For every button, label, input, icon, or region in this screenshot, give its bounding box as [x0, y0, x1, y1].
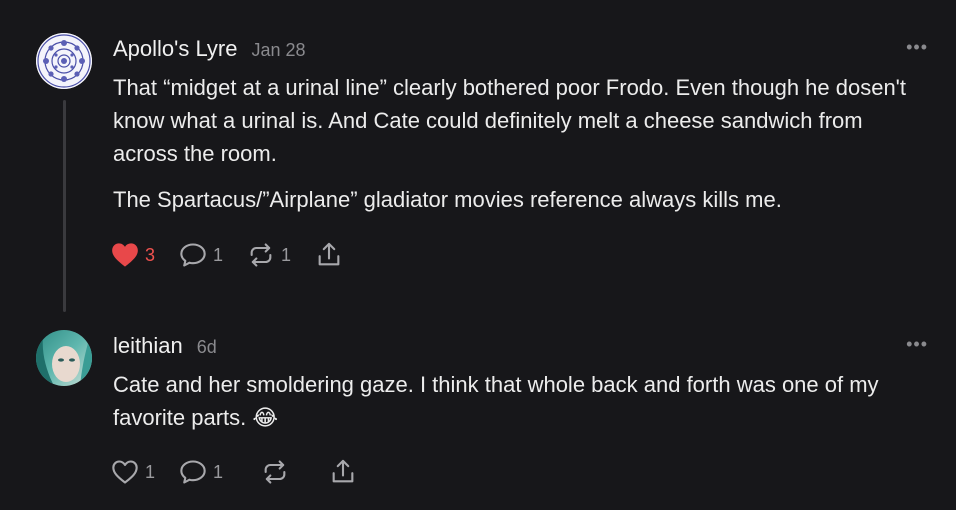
comment-text: Cate and her smoldering gaze. I think th… [113, 372, 879, 430]
reply-count: 1 [213, 461, 224, 482]
comment-body: Cate and her smoldering gaze. I think th… [113, 368, 933, 447]
comment-paragraph: Cate and her smoldering gaze. I think th… [113, 368, 933, 434]
reply-button[interactable]: 1 [179, 242, 223, 268]
comment-paragraph: That “midget at a urinal line” clearly b… [113, 75, 906, 166]
laughing-emoji-icon: 😂 [252, 405, 279, 430]
comment-actions: 3 1 1 [111, 239, 367, 271]
author-name[interactable]: Apollo's Lyre [113, 36, 237, 62]
comment-actions: 1 1 [111, 456, 381, 488]
heart-filled-icon [112, 243, 138, 267]
author-name[interactable]: leithian [113, 333, 183, 359]
share-icon [318, 242, 340, 266]
heart-outline-icon [112, 460, 138, 484]
comment-date[interactable]: Jan 28 [251, 40, 305, 61]
share-icon [332, 459, 354, 483]
reply-count: 1 [213, 244, 224, 265]
like-count: 1 [145, 461, 156, 482]
reply-button[interactable]: 1 [179, 459, 223, 485]
more-options-icon[interactable]: ••• [906, 335, 928, 353]
avatar[interactable] [36, 33, 92, 89]
like-count: 3 [145, 244, 156, 265]
comment-bubble-icon [180, 243, 206, 267]
thread-line [63, 100, 66, 312]
restack-button[interactable]: 1 [247, 242, 291, 268]
comment-bubble-icon [180, 460, 206, 484]
restack-button[interactable] [261, 459, 295, 485]
comment-body: That “midget at a urinal line” clearly b… [113, 71, 933, 229]
avatar-pattern-icon [36, 33, 92, 89]
avatar[interactable] [36, 330, 92, 386]
restack-icon [264, 460, 286, 484]
like-button[interactable]: 3 [111, 242, 155, 268]
avatar-photo-icon [36, 330, 92, 386]
comment-date[interactable]: 6d [197, 337, 217, 358]
comment-header: Apollo's Lyre Jan 28 [113, 36, 306, 62]
comment-paragraph: The Spartacus/”Airplane” gladiator movie… [113, 187, 782, 212]
like-button[interactable]: 1 [111, 459, 155, 485]
comment-header: leithian 6d [113, 333, 217, 359]
restack-count: 1 [281, 244, 292, 265]
restack-icon [250, 243, 272, 267]
share-button[interactable] [329, 458, 357, 486]
share-button[interactable] [315, 241, 343, 269]
more-options-icon[interactable]: ••• [906, 38, 928, 56]
